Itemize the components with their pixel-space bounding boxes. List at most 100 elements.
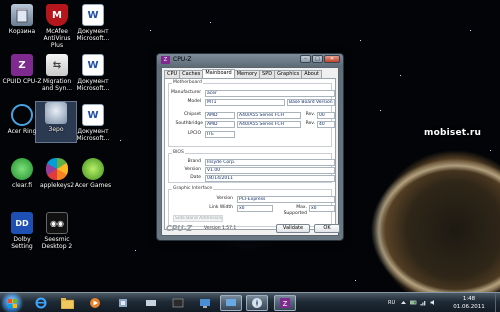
mainboard-panel: Motherboard Manufacturer acer Model MT1 … xyxy=(164,78,336,230)
window-title: CPU-Z xyxy=(173,56,192,63)
southbridge-label: Southbridge xyxy=(175,121,203,126)
model-field: MT1 xyxy=(205,99,285,106)
desktop-icon-label: Зеро xyxy=(48,126,64,133)
taskbar-app-3[interactable] xyxy=(167,295,189,311)
bios-brand-label: Brand xyxy=(187,159,201,164)
svg-text:Z: Z xyxy=(283,300,288,308)
side-band-field: Side Band Addressing xyxy=(173,215,223,222)
tools-icon xyxy=(119,299,127,307)
tray-arrow-icon[interactable] xyxy=(400,299,407,306)
group-title: Graphic Interface xyxy=(172,186,214,192)
mcafee-icon: M xyxy=(46,4,68,26)
desktop-icon-recycle-bin[interactable]: Корзина xyxy=(2,4,42,35)
taskbar-explorer[interactable] xyxy=(56,295,78,311)
desktop-icon-document-2[interactable]: W Документ Microsoft... xyxy=(73,54,113,92)
chipset-label: Chipset xyxy=(184,112,201,117)
desktop-icon-label: clear.fi xyxy=(12,182,32,189)
cpuz-icon: Z xyxy=(280,298,290,308)
desktop-icon-label: Acer Games xyxy=(74,182,112,189)
desktop-icon-label: applekeys2 xyxy=(39,182,75,189)
chipset-model-field: A40/A55 Series FCH xyxy=(237,112,301,119)
start-button[interactable] xyxy=(3,294,21,312)
taskbar-app-4[interactable] xyxy=(194,295,216,311)
desktop-icon-label: McAfee AntiVirus Plus xyxy=(43,28,71,49)
compass-icon xyxy=(252,298,262,308)
taskbar-app-6[interactable] xyxy=(246,295,268,311)
dolby-icon: DD xyxy=(11,212,33,234)
desktop-icon-clearfi[interactable]: clear.fi xyxy=(2,158,42,189)
recycle-bin-icon xyxy=(11,4,33,26)
windows-logo-icon xyxy=(7,298,17,308)
max-supported-field: x0 xyxy=(309,205,335,212)
model-version-field: Base Board Version xyxy=(287,99,335,106)
language-indicator[interactable]: RU xyxy=(388,300,395,306)
desktop-icon-document-3[interactable]: W Документ Microsoft... xyxy=(73,104,113,142)
screen-icon xyxy=(226,299,236,306)
taskbar-app-5[interactable] xyxy=(220,295,242,311)
battery-icon[interactable] xyxy=(410,299,417,306)
clearfi-icon xyxy=(11,158,33,180)
desktop-icon-acer-games[interactable]: Acer Games xyxy=(73,158,113,189)
desktop-icon-label: CPUID CPU-Z xyxy=(2,78,42,85)
device-icon xyxy=(146,300,156,306)
taskbar-app-2[interactable] xyxy=(140,295,162,311)
watermark-text: mobiset.ru xyxy=(424,128,482,138)
window-titlebar[interactable]: Z CPU-Z – □ ✕ xyxy=(157,54,343,66)
bios-brand-field: Insyde Corp. xyxy=(205,159,335,166)
desktop-icon-zero[interactable]: Зеро xyxy=(35,101,77,143)
media-player-icon xyxy=(90,298,100,308)
word-document-icon: W xyxy=(82,104,104,126)
model-label: Model xyxy=(187,99,201,104)
cpuz-window[interactable]: Z CPU-Z – □ ✕ CPU Caches Mainboard Memor… xyxy=(156,53,344,241)
max-supported-label: Max. Supported xyxy=(283,205,307,216)
clock-date: 01.06.2011 xyxy=(453,304,485,310)
word-document-icon: W xyxy=(82,4,104,26)
minimize-button[interactable]: – xyxy=(300,55,311,63)
seesmic-icon: ◉◉ xyxy=(46,212,68,234)
desktop-icon-cpuz[interactable]: Z CPUID CPU-Z xyxy=(2,54,42,85)
bios-date-label: Date xyxy=(190,175,201,180)
acer-ring-icon xyxy=(11,104,33,126)
volume-icon[interactable] xyxy=(430,299,437,306)
zero-icon xyxy=(45,102,67,124)
chipset-vendor-field: AMD xyxy=(205,112,235,119)
word-document-icon: W xyxy=(82,54,104,76)
gi-version-field: PCI-Express xyxy=(237,196,335,203)
taskbar-app-1[interactable] xyxy=(112,295,134,311)
network-icon[interactable] xyxy=(420,299,427,306)
show-desktop-button[interactable] xyxy=(495,293,500,312)
desktop-icon-label: Seesmic Desktop 2 xyxy=(41,236,73,250)
desktop-icon-document-1[interactable]: W Документ Microsoft... xyxy=(73,4,113,42)
close-button[interactable]: ✕ xyxy=(324,55,340,63)
terminal-icon xyxy=(172,298,184,308)
motherboard-group: Motherboard Manufacturer acer Model MT1 … xyxy=(168,80,335,147)
link-width-field: x0 xyxy=(237,205,273,212)
bios-version-label: Version xyxy=(184,167,201,172)
taskbar-cpuz[interactable]: Z xyxy=(274,295,296,311)
southbridge-rev-field: 40 xyxy=(317,121,335,128)
chipset-rev-field: 00 xyxy=(317,112,335,119)
taskbar-media-player[interactable] xyxy=(84,295,106,311)
desktop-icon-seesmic[interactable]: ◉◉ Seesmic Desktop 2 xyxy=(37,212,77,250)
southbridge-vendor-field: AMD xyxy=(205,121,235,128)
apple-icon xyxy=(46,158,68,180)
tab-mainboard[interactable]: Mainboard xyxy=(202,69,235,78)
link-width-label: Link Width xyxy=(209,205,233,210)
desktop-icon-dolby[interactable]: DD Dolby Setting xyxy=(2,212,42,250)
monitor-icon xyxy=(200,299,210,308)
desktop-icon-applekeys[interactable]: applekeys2 xyxy=(37,158,77,189)
validate-button[interactable]: Validate xyxy=(276,224,310,233)
folder-icon xyxy=(60,297,74,309)
window-client-area: CPU Caches Mainboard Memory SPD Graphics… xyxy=(161,67,340,236)
desktop-icon-migration[interactable]: ⇆ Migration and Syn... xyxy=(37,54,77,92)
taskbar-ie[interactable] xyxy=(30,295,52,311)
gi-version-label: Version xyxy=(216,196,233,201)
lpcio-field: ITE xyxy=(205,131,235,138)
taskbar-clock[interactable]: 1:48 01.06.2011 xyxy=(448,295,490,311)
southbridge-rev-label: Rev. xyxy=(305,121,315,126)
desktop-icon-label: Dolby Setting xyxy=(11,236,33,250)
group-title: BIOS xyxy=(172,150,185,156)
desktop-icon-mcafee[interactable]: M McAfee AntiVirus Plus xyxy=(37,4,77,49)
ok-button[interactable]: OK xyxy=(314,224,340,233)
maximize-button[interactable]: □ xyxy=(312,55,323,63)
